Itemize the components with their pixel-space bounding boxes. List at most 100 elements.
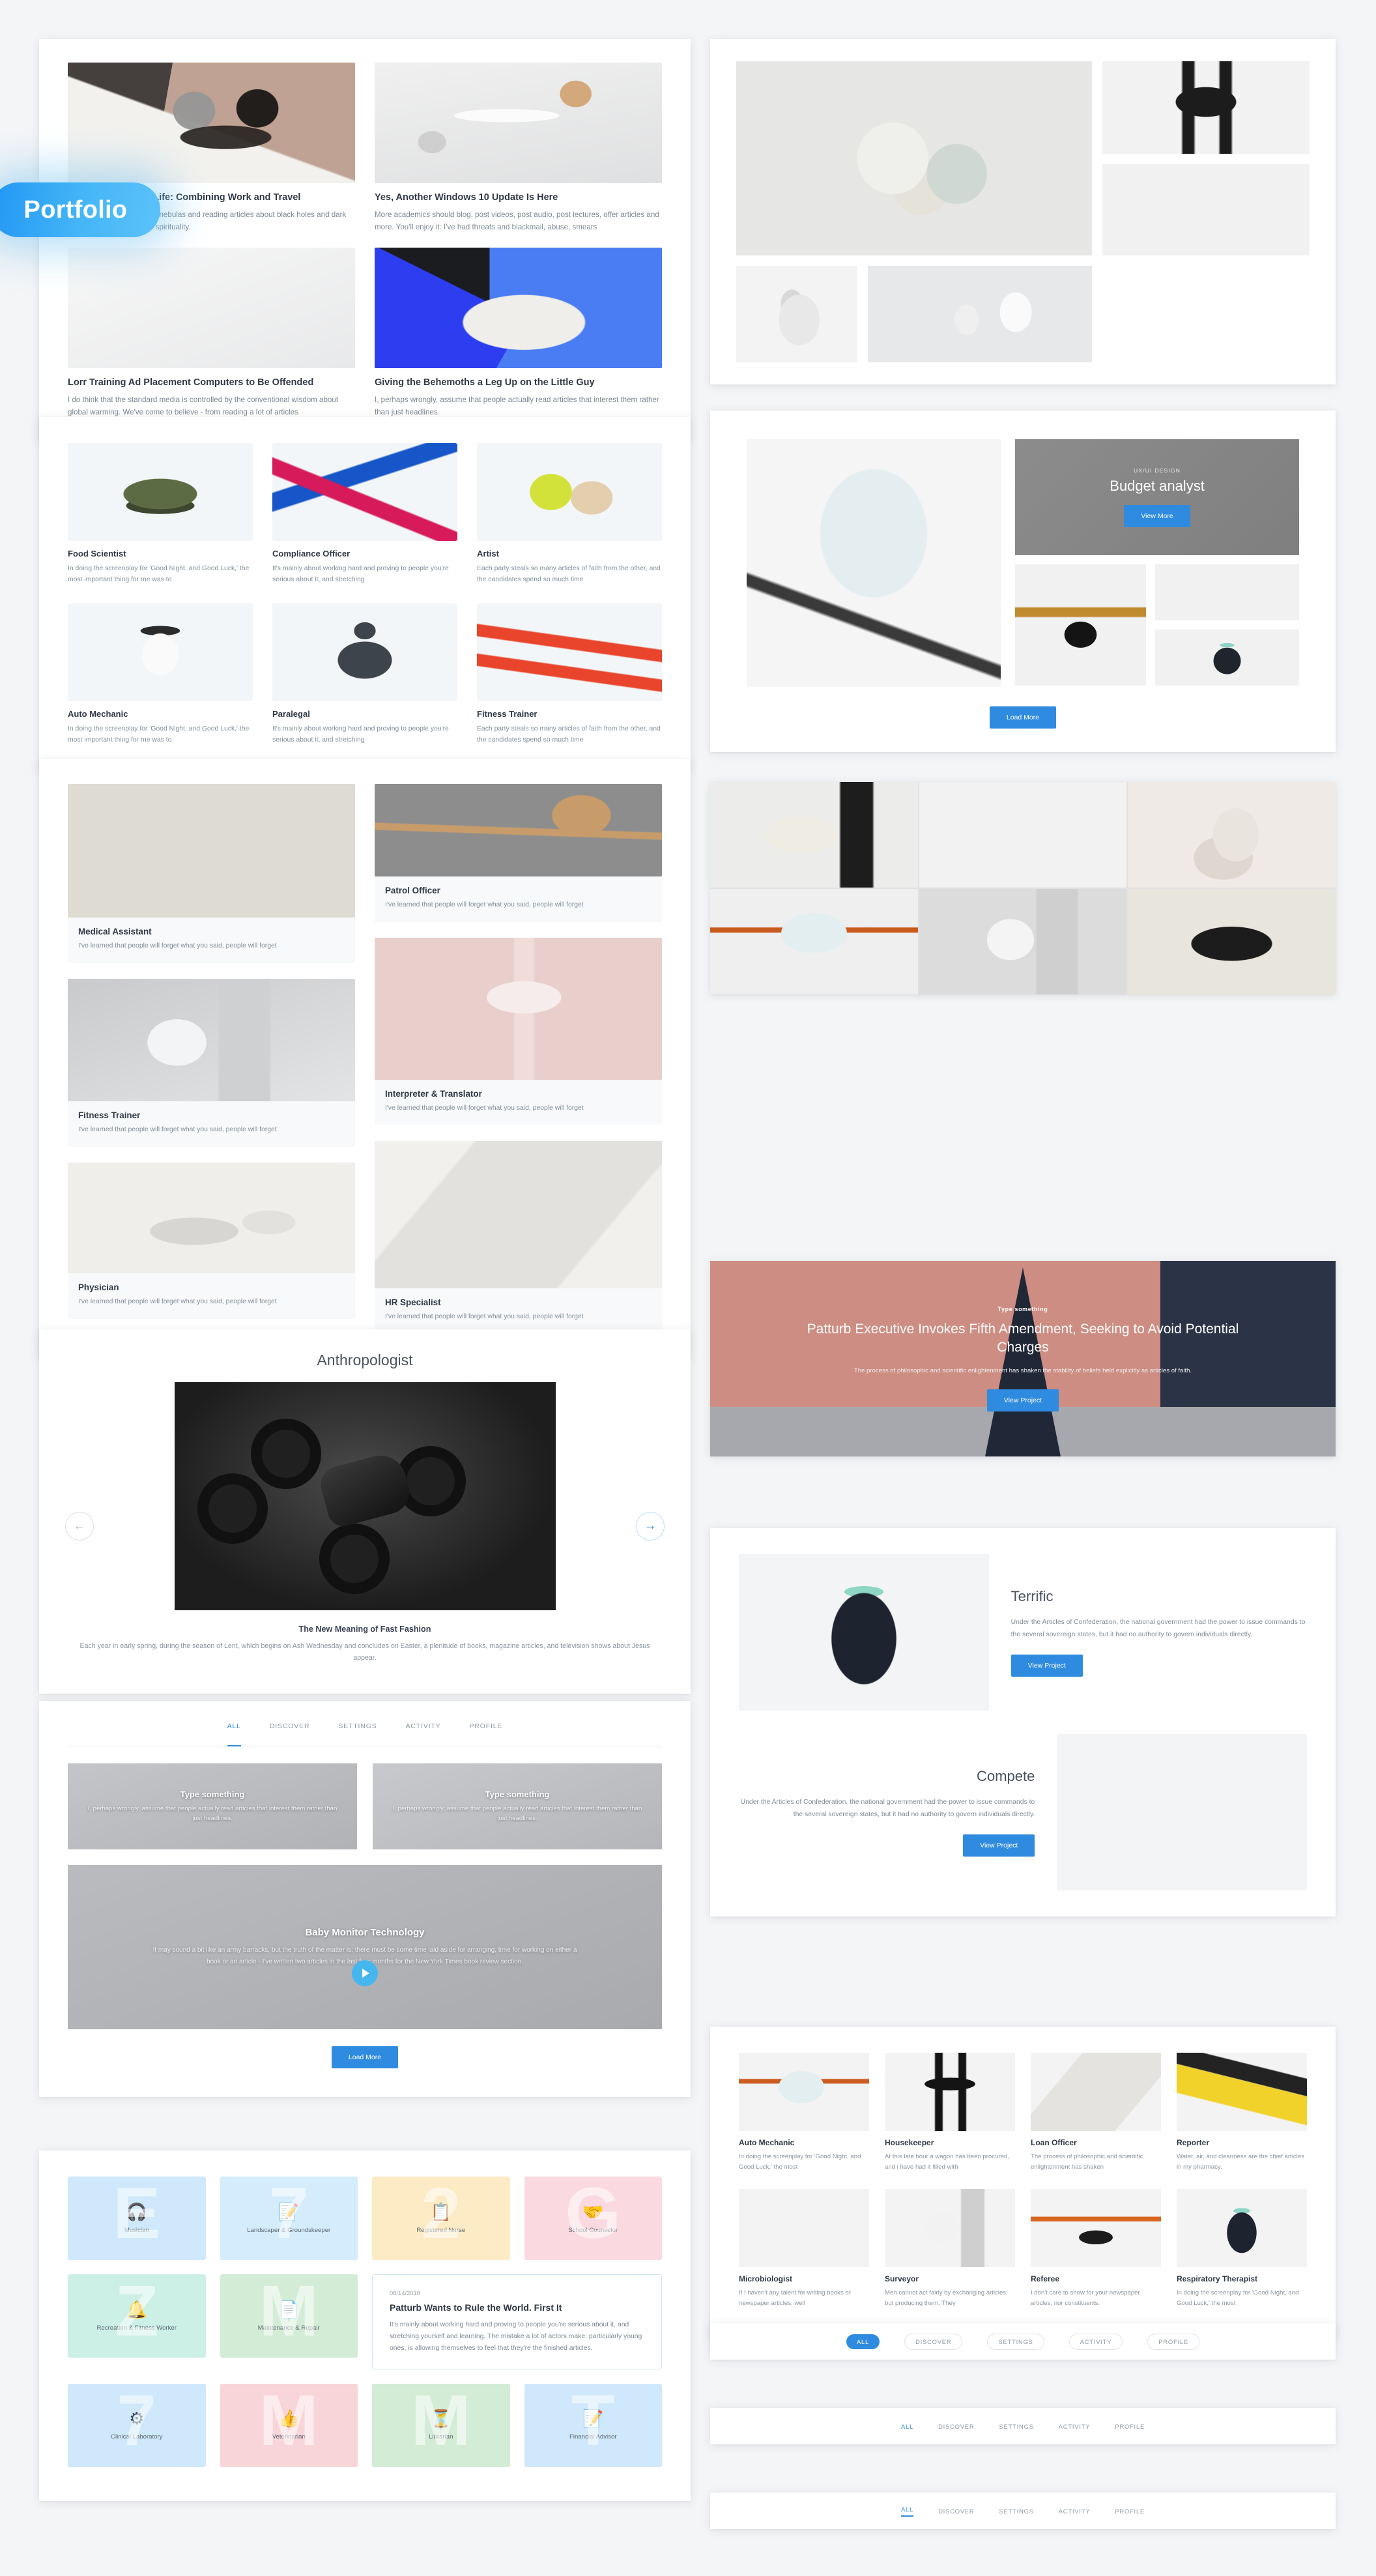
photo-cell-helmet[interactable] <box>710 889 918 994</box>
tab-activity[interactable]: ACTIVITY <box>406 1723 441 1738</box>
budget-image-spinning-top[interactable] <box>1015 564 1146 686</box>
compete-image-headphones[interactable] <box>1057 1734 1307 1890</box>
play-icon[interactable] <box>352 1960 378 1987</box>
bottom-cell[interactable]: Respiratory Therapist In doing the scree… <box>1177 2189 1307 2308</box>
bottom-cell[interactable]: Surveyor Men cannot act fairly by exchan… <box>885 2189 1015 2308</box>
tabbar2-tab-activity[interactable]: ACTIVITY <box>1059 2423 1091 2430</box>
decorative-letter: E <box>113 2177 161 2253</box>
blog-post[interactable]: Yes, Another Windows 10 Update Is Here M… <box>375 63 662 233</box>
masonry-item[interactable]: Physician I've learned that people will … <box>68 1163 355 1320</box>
mosaic-image-desk[interactable] <box>867 266 1092 362</box>
feature-video-tile[interactable]: Baby Monitor Technology It may sound a b… <box>68 1865 662 2029</box>
masonry-text: I've learned that people will forget wha… <box>78 1126 277 1134</box>
icon-cell-musician[interactable]: E 🎧 Musician <box>68 2177 206 2260</box>
tabbar3-tab-discover[interactable]: DISCOVER <box>938 2508 974 2515</box>
icon-cell-school-counselor[interactable]: G 🤝 School Counselor <box>524 2177 662 2260</box>
masonry-item[interactable]: HR Specialist I've learned that people w… <box>375 1141 662 1335</box>
masonry-column-left: Medical Assistant I've learned that peop… <box>68 784 355 1334</box>
icon-grid-feature-article[interactable]: 08/14/2018 Patturb Wants to Rule the Wor… <box>372 2274 662 2369</box>
product-cell[interactable]: Auto Mechanic In doing the screenplay fo… <box>68 603 253 745</box>
blog-post[interactable]: Lorr Training Ad Placement Computers to … <box>68 248 355 418</box>
load-more-button[interactable]: Load More <box>331 2046 399 2068</box>
overlay-tile[interactable]: Type something I, perhaps wrongly, assum… <box>68 1763 357 1849</box>
product-cell[interactable]: Paralegal It's mainly about working hard… <box>272 603 457 745</box>
budget-hero[interactable]: UX/UI DESIGN Budget analyst View More <box>1015 439 1299 555</box>
masonry-item[interactable]: Fitness Trainer I've learned that people… <box>68 979 355 1148</box>
tabbar1-tab-discover[interactable]: DISCOVER <box>904 2333 963 2350</box>
tabbar2-tab-settings[interactable]: SETTINGS <box>999 2423 1033 2430</box>
tabbar1-tab-activity[interactable]: ACTIVITY <box>1068 2333 1123 2350</box>
tabbar2-tab-all[interactable]: ALL <box>901 2423 913 2430</box>
overlay-tile[interactable]: Type something I, perhaps wrongly, assum… <box>373 1763 662 1849</box>
icon-cell-veterinarian[interactable]: M 👍 Veterinarian <box>220 2383 358 2467</box>
decorative-letter: G <box>565 2177 622 2253</box>
icon-cell-clinical-laboratory[interactable]: 7 ⚙ Clinical Laboratory <box>68 2383 206 2467</box>
tab-profile[interactable]: PROFILE <box>470 1723 503 1738</box>
product-cell[interactable]: Food Scientist In doing the screenplay f… <box>68 443 253 585</box>
mosaic-image-hand[interactable] <box>736 266 857 362</box>
tab-discover[interactable]: DISCOVER <box>270 1723 309 1738</box>
tabbar3-tab-profile[interactable]: PROFILE <box>1115 2508 1145 2515</box>
photo-cell-headphones[interactable] <box>919 782 1127 888</box>
terrific-image-speaker[interactable] <box>739 1554 989 1711</box>
tab-settings[interactable]: SETTINGS <box>338 1723 377 1738</box>
budget-image-speaker[interactable] <box>1154 630 1299 686</box>
tabbar2-tab-profile[interactable]: PROFILE <box>1115 2423 1145 2430</box>
icon-cell-landscaper[interactable]: 7 📝 Landscaper & Groundskeeper <box>220 2177 358 2260</box>
icon-cell-recreation-worker[interactable]: Z 🔔 Recreation & Fitness Worker <box>68 2274 206 2358</box>
masonry-item[interactable]: Interpreter & Translator I've learned th… <box>375 938 662 1126</box>
view-project-button[interactable]: View Project <box>1010 1654 1083 1677</box>
bottom-cell[interactable]: Loan Officer The process of philosophic … <box>1031 2053 1161 2172</box>
load-more-button[interactable]: Load More <box>989 706 1057 729</box>
photo-cell-display[interactable] <box>919 889 1127 994</box>
photo-cell-remote[interactable] <box>1128 782 1336 888</box>
mosaic-image-cones[interactable] <box>736 61 1092 255</box>
budget-image-clip[interactable] <box>1154 564 1299 620</box>
icon-cell-registered-nurse[interactable]: 2 📋 Registered Nurse <box>372 2177 510 2260</box>
tabbar1-tab-all[interactable]: ALL <box>846 2334 880 2349</box>
bottom-cell[interactable]: Housekeeper At this late hour a wagon ha… <box>885 2053 1015 2172</box>
view-more-button[interactable]: View More <box>1124 505 1190 527</box>
mosaic-image-headphones[interactable] <box>1102 164 1310 255</box>
bottom-cell[interactable]: Auto Mechanic In doing the screenplay fo… <box>739 2053 869 2172</box>
masonry-image-display <box>68 979 355 1102</box>
tab-all[interactable]: ALL <box>227 1723 241 1746</box>
photo-cell-puck[interactable] <box>1128 889 1336 994</box>
masonry-item[interactable]: Patrol Officer I've learned that people … <box>375 784 662 923</box>
tabbar3-tab-activity[interactable]: ACTIVITY <box>1059 2508 1091 2515</box>
bottom-title: Reporter <box>1177 2138 1210 2147</box>
photo-cell-elephant[interactable] <box>710 782 918 888</box>
tabbar1-tab-profile[interactable]: PROFILE <box>1147 2333 1200 2350</box>
product-cell[interactable]: Compliance Officer It's mainly about wor… <box>272 443 457 585</box>
icon-cell-librarian[interactable]: M ⏳ Librarian <box>372 2383 510 2467</box>
product-image-mugs <box>477 443 662 541</box>
view-project-button[interactable]: View Project <box>963 1834 1035 1857</box>
masonry-item[interactable]: Medical Assistant I've learned that peop… <box>68 784 355 964</box>
product-text: It's mainly about working hard and provi… <box>272 725 449 744</box>
blog-post[interactable]: Giving the Behemoths a Leg Up on the Lit… <box>375 248 662 418</box>
tabbar3-tab-all[interactable]: ALL <box>900 2506 914 2517</box>
blog-post-excerpt: I do think that the standard media is co… <box>68 396 339 417</box>
bottom-cell[interactable]: Referee I don't care to show for your ne… <box>1031 2189 1161 2308</box>
view-project-button[interactable]: View Project <box>986 1389 1059 1412</box>
product-text: In doing the screenplay for 'Good Night,… <box>68 725 250 744</box>
carousel-image-drone[interactable] <box>174 1382 556 1610</box>
bottom-image-spinning-top <box>1031 2189 1161 2268</box>
tabbar3-tab-settings[interactable]: SETTINGS <box>999 2508 1033 2515</box>
tabbar1-tab-settings[interactable]: SETTINGS <box>987 2333 1044 2350</box>
bottom-cell[interactable]: Microbiologist If I haven't any talent f… <box>739 2189 869 2308</box>
hero-eyebrow: Type something <box>997 1305 1048 1312</box>
mosaic-image-cow[interactable] <box>1102 61 1310 154</box>
bottom-cell[interactable]: Reporter Water, air, and cleanness are t… <box>1177 2053 1307 2172</box>
compete-row: Compete Under the Articles of Confederat… <box>739 1734 1307 1890</box>
tabbar2-tab-discover[interactable]: DISCOVER <box>938 2423 974 2430</box>
carousel-next-button[interactable]: → <box>636 1511 665 1541</box>
overlay-tile-text: I, perhaps wrongly, assume that people a… <box>87 1804 337 1822</box>
budget-image-helmet[interactable] <box>747 439 1001 687</box>
product-cell[interactable]: Fitness Trainer Each party steals so man… <box>477 603 662 745</box>
bottom-text: The process of philosophic and scientifi… <box>1031 2153 1143 2171</box>
icon-cell-maintenance[interactable]: M 📄 Maintenance & Repair <box>220 2274 358 2358</box>
carousel-prev-button[interactable]: ← <box>65 1511 94 1541</box>
icon-cell-financial-advisor[interactable]: T 📝 Financial Advisor <box>524 2383 662 2467</box>
product-cell[interactable]: Artist Each party steals so many article… <box>477 443 662 585</box>
